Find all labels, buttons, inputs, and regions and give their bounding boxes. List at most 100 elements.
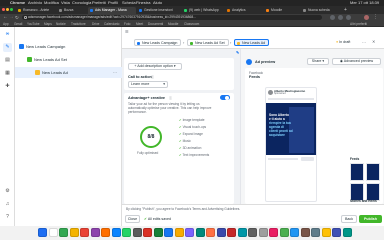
breadcrumb-campaign[interactable]: New Leads Campaign bbox=[134, 39, 182, 46]
tab-label: Romanzo - Ariete bbox=[23, 8, 50, 12]
close-button[interactable]: Close bbox=[125, 215, 140, 223]
dock-app-icon[interactable] bbox=[206, 228, 215, 237]
dock-app-icon[interactable] bbox=[332, 228, 341, 237]
tree-item-ad-set[interactable]: New Leads Ad Set bbox=[15, 54, 122, 65]
browser-tab[interactable]: Bozza bbox=[57, 7, 87, 14]
dock-app-icon[interactable] bbox=[132, 228, 142, 237]
browser-tab[interactable]: Romanzo - Ariete bbox=[16, 7, 56, 14]
dock-app-icon[interactable] bbox=[195, 228, 205, 237]
settings-gear-icon[interactable]: ⚙ bbox=[3, 187, 12, 196]
collapse-panel-icon[interactable]: ☰ bbox=[125, 29, 129, 34]
dock-app-icon[interactable] bbox=[216, 228, 226, 237]
browser-tab[interactable]: (9) web | WhatsApp bbox=[182, 7, 224, 14]
toggle-knob bbox=[225, 95, 229, 100]
back-arrow-icon[interactable]: ← bbox=[3, 14, 8, 21]
forward-arrow-icon[interactable]: → bbox=[9, 14, 14, 21]
preview-eye-icon: ◉ bbox=[339, 59, 343, 63]
extension-icon[interactable] bbox=[338, 15, 343, 20]
tab-favicon bbox=[303, 9, 306, 12]
publish-label: Publish bbox=[364, 217, 377, 221]
extension-icon[interactable] bbox=[330, 15, 335, 20]
extension-icon[interactable] bbox=[346, 15, 351, 20]
dock-app-icon[interactable] bbox=[342, 228, 352, 237]
dock-app-icon[interactable] bbox=[80, 228, 89, 237]
help-icon[interactable]: ? bbox=[3, 213, 12, 222]
close-window-icon[interactable] bbox=[2, 8, 5, 11]
breadcrumb-label: New Leads Ad Set bbox=[195, 41, 225, 45]
edit-pencil-icon[interactable]: ✎ bbox=[3, 43, 12, 52]
breadcrumb-ad-set[interactable]: New Leads Ad Set bbox=[187, 39, 229, 46]
dock-app-icon[interactable] bbox=[174, 228, 184, 237]
advantage-heading: Advantage+ creative bbox=[128, 96, 166, 100]
ad-set-grid-icon bbox=[27, 57, 32, 62]
tree-item-campaign[interactable]: New Leads Campaign bbox=[15, 41, 122, 52]
chrome-menu-icon[interactable]: ⋮ bbox=[373, 14, 378, 21]
grid-icon[interactable]: ▦ bbox=[3, 69, 12, 78]
close-editor-icon[interactable]: ✕ bbox=[372, 39, 375, 44]
dock-app-icon[interactable] bbox=[290, 228, 299, 237]
sponsored-label: Sponsored bbox=[274, 92, 286, 95]
dock-app-icon[interactable] bbox=[164, 228, 173, 237]
site-info-icon[interactable] bbox=[24, 16, 27, 19]
notifications-bell-icon[interactable]: ♫ bbox=[3, 200, 12, 209]
dock-app-icon[interactable] bbox=[248, 228, 257, 237]
dock-app-icon[interactable] bbox=[269, 228, 278, 237]
compose-icon[interactable]: ✚ bbox=[3, 82, 12, 91]
cta-select[interactable]: Learn more ▾ bbox=[128, 81, 168, 88]
dock-app-icon[interactable] bbox=[227, 228, 236, 237]
browser-tab[interactable]: Moodle bbox=[264, 7, 300, 14]
feature-label: Visual touch-ups bbox=[182, 125, 207, 129]
chart-icon[interactable]: ▤ bbox=[3, 56, 12, 65]
browser-tab[interactable]: Analytics bbox=[225, 7, 263, 14]
new-tab-icon[interactable]: + bbox=[344, 7, 347, 13]
share-button[interactable]: Share ▾ bbox=[307, 58, 329, 65]
dock-app-icon[interactable] bbox=[59, 228, 68, 237]
dock-app-icon[interactable] bbox=[90, 228, 100, 237]
url-bar[interactable]: adsmanager.facebook.com/adsmanager/manag… bbox=[22, 15, 322, 20]
dock-app-icon[interactable] bbox=[69, 228, 79, 237]
dock-app-icon[interactable] bbox=[101, 228, 110, 237]
preview-toggle-icon[interactable] bbox=[246, 59, 252, 65]
browser-tab-active[interactable]: Ads Manager - Mana bbox=[88, 7, 136, 14]
dock-app-icon[interactable] bbox=[143, 228, 152, 237]
draft-status-label: In draft bbox=[339, 40, 351, 44]
profile-avatar[interactable] bbox=[364, 15, 369, 20]
dock-app-icon[interactable] bbox=[48, 228, 58, 237]
breadcrumb-ad[interactable]: New Leads Ad bbox=[234, 39, 270, 46]
dock-app-icon[interactable] bbox=[321, 228, 331, 237]
browser-tab[interactable]: Gestione inserzioni bbox=[137, 7, 181, 14]
more-menu-icon[interactable]: ⋯ bbox=[362, 40, 366, 45]
zoom-window-icon[interactable] bbox=[10, 8, 13, 11]
dock-app-icon[interactable] bbox=[300, 228, 310, 237]
dock-app-icon[interactable] bbox=[258, 228, 268, 237]
minimize-window-icon[interactable] bbox=[6, 8, 9, 11]
dock-app-icon[interactable] bbox=[311, 228, 320, 237]
feeds-thumbnail[interactable] bbox=[366, 163, 380, 181]
dock-app-icon[interactable] bbox=[153, 228, 163, 237]
creative-image: Sono Alberto e ti aiuto a riempire la tu… bbox=[266, 103, 316, 155]
ad-form: + Add description option ▾ Call to actio… bbox=[122, 49, 234, 204]
tree-item-ad[interactable]: New Leads Ad ⋯ bbox=[15, 67, 122, 78]
dock-app-icon[interactable] bbox=[122, 228, 131, 237]
feeds-thumbnail[interactable] bbox=[350, 163, 364, 181]
tab-label: Nuova scheda bbox=[308, 8, 330, 12]
meta-logo-icon[interactable]: ∞ bbox=[3, 30, 12, 39]
more-options-icon[interactable]: ⋯ bbox=[113, 67, 117, 78]
reload-icon[interactable]: ↻ bbox=[15, 14, 19, 21]
dock-app-icon[interactable] bbox=[185, 228, 194, 237]
dock-app-icon[interactable] bbox=[237, 228, 247, 237]
tab-favicon bbox=[184, 9, 187, 12]
add-description-button[interactable]: + Add description option ▾ bbox=[128, 63, 182, 70]
publish-button[interactable]: Publish bbox=[359, 215, 382, 223]
dock-app-icon[interactable] bbox=[279, 228, 289, 237]
browser-tab[interactable]: Nuova scheda bbox=[301, 7, 341, 14]
info-icon[interactable]: ⓘ bbox=[169, 96, 172, 100]
dock-app-icon[interactable] bbox=[38, 228, 47, 237]
advantage-toggle[interactable] bbox=[220, 95, 230, 100]
info-icon[interactable]: ⓘ bbox=[151, 75, 154, 79]
optimisation-score-label: Fully optimised bbox=[137, 151, 159, 155]
advanced-preview-button[interactable]: ◉ Advanced preview bbox=[332, 58, 381, 65]
right-feeds-label: Feeds bbox=[350, 157, 360, 161]
dock-app-icon[interactable] bbox=[111, 228, 121, 237]
back-button[interactable]: Back bbox=[341, 215, 357, 223]
